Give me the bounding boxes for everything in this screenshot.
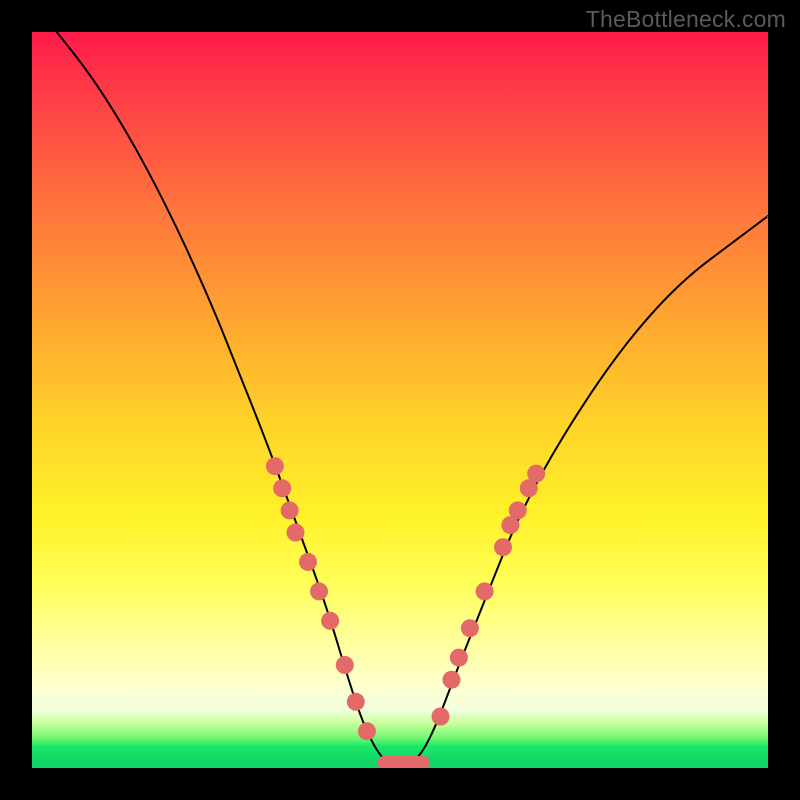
data-dot — [450, 649, 468, 667]
attribution-watermark: TheBottleneck.com — [586, 6, 786, 33]
bottleneck-curve — [32, 32, 768, 768]
data-dot — [273, 479, 291, 497]
data-dot — [432, 708, 450, 726]
dots-right — [432, 465, 546, 726]
data-dot — [527, 465, 545, 483]
data-dot — [310, 582, 328, 600]
data-dot — [358, 722, 376, 740]
data-dot — [509, 501, 527, 519]
data-dot — [321, 612, 339, 630]
plot-area — [32, 32, 768, 768]
data-dot — [287, 524, 305, 542]
data-dot — [281, 501, 299, 519]
data-dot — [347, 693, 365, 711]
valley-floor-bar — [378, 756, 430, 768]
data-dot — [336, 656, 354, 674]
data-dot — [476, 582, 494, 600]
dots-left — [266, 457, 376, 740]
chart-frame: TheBottleneck.com — [0, 0, 800, 800]
data-dot — [299, 553, 317, 571]
curve-layer — [32, 32, 768, 768]
data-dot — [443, 671, 461, 689]
data-dot — [266, 457, 284, 475]
data-dot — [494, 538, 512, 556]
data-dot — [461, 619, 479, 637]
